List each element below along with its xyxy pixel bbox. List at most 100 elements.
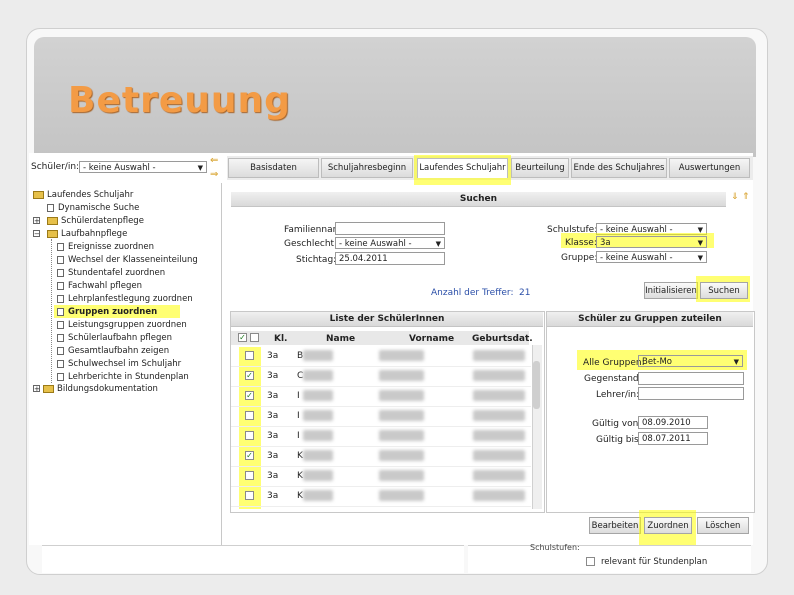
app-window: Schüler/in: - keine Auswahl - ▼ ⇐ ⇒ Laufe… <box>29 153 755 545</box>
slide-title: Betreuung <box>68 80 291 121</box>
stichtag-input[interactable]: 25.04.2011 <box>335 252 445 265</box>
blurred-geburtsdatum <box>473 490 525 501</box>
row-name-initial: I <box>297 431 300 441</box>
tree-item-klasseneinteilung[interactable]: Wechsel der Klasseneinteilung <box>57 255 198 265</box>
blurred-name <box>303 370 333 381</box>
loeschen-button[interactable]: Löschen <box>697 517 749 534</box>
blurred-vorname <box>379 490 424 501</box>
select-none-checkbox[interactable] <box>250 333 259 342</box>
blurred-vorname <box>379 450 424 461</box>
gruppe-select[interactable]: - keine Auswahl - ▼ <box>596 251 707 263</box>
tab-schuljahresbeginn[interactable]: Schuljahresbeginn <box>321 158 413 178</box>
row-checkbox[interactable] <box>245 471 254 480</box>
initialisieren-button[interactable]: Initialisieren <box>644 282 698 299</box>
blurred-geburtsdatum <box>473 350 525 361</box>
expand-icon[interactable]: + <box>33 217 40 225</box>
tab-ende-schuljahr[interactable]: Ende des Schuljahres <box>571 158 667 178</box>
expand-icon[interactable]: + <box>33 385 40 393</box>
blurred-name <box>303 350 333 361</box>
gegenstand-input[interactable] <box>638 372 744 385</box>
document-icon <box>57 321 64 329</box>
row-name-initial: I <box>297 411 300 421</box>
blurred-name <box>303 390 333 401</box>
tree-line <box>51 239 53 383</box>
folder-icon <box>47 217 58 225</box>
document-icon <box>57 334 64 342</box>
klasse-select[interactable]: 3a ▼ <box>596 236 707 248</box>
schueler-select[interactable]: - keine Auswahl - ▼ <box>79 161 207 173</box>
blurred-geburtsdatum <box>473 450 525 461</box>
klasse-label: Klasse: <box>565 238 597 248</box>
lehrer-input[interactable] <box>638 387 744 400</box>
tree-item-schuelerdatenpflege[interactable]: Schülerdatenpflege <box>47 216 144 226</box>
familienname-input[interactable] <box>335 222 445 235</box>
tab-auswertungen[interactable]: Auswertungen <box>669 158 750 178</box>
tree-item-schuelerlaufbahn[interactable]: Schülerlaufbahn pflegen <box>57 333 172 343</box>
gueltig-bis-input[interactable]: 08.07.2011 <box>638 432 708 445</box>
search-button[interactable]: Suchen <box>700 282 748 299</box>
row-name-initial: I <box>297 391 300 401</box>
schulstufen-partial-label: Schulstufen: <box>530 543 580 552</box>
tab-basisdaten[interactable]: Basisdaten <box>228 158 319 178</box>
row-checkbox[interactable] <box>245 431 254 440</box>
col-vorname[interactable]: Vorname <box>409 334 454 344</box>
tree-item-leistungsgruppen[interactable]: Leistungsgruppen zuordnen <box>57 320 187 330</box>
tab-beurteilung[interactable]: Beurteilung <box>511 158 569 178</box>
tree-item-laufbahnpflege[interactable]: Laufbahnpflege <box>47 229 127 239</box>
row-checkbox[interactable]: ✓ <box>245 391 254 400</box>
zuordnen-button[interactable]: Zuordnen <box>644 517 692 534</box>
tree-item-dynamische-suche[interactable]: Dynamische Suche <box>47 203 139 213</box>
row-checkbox[interactable]: ✓ <box>245 371 254 380</box>
relevant-checkbox[interactable] <box>586 557 595 566</box>
stichtag-label: Stichtag: <box>296 255 337 265</box>
blurred-vorname <box>379 370 424 381</box>
tree-item-bildungsdokumentation[interactable]: Bildungsdokumentation <box>43 384 158 394</box>
row-klasse: 3a <box>267 391 279 401</box>
scrollbar-thumb[interactable] <box>533 361 540 409</box>
tree-item-gesamtlaufbahn[interactable]: Gesamtlaufbahn zeigen <box>57 346 169 356</box>
tree-item-stundentafel[interactable]: Stundentafel zuordnen <box>57 268 165 278</box>
chevron-down-icon: ▼ <box>697 254 703 262</box>
chevron-down-icon: ▼ <box>733 358 739 366</box>
tree-item-lehrplanfestlegung[interactable]: Lehrplanfestlegung zuordnen <box>57 294 193 304</box>
arrow-down-icon[interactable]: ⇓ <box>731 192 739 202</box>
col-kl[interactable]: Kl. <box>274 334 287 344</box>
document-icon <box>47 204 54 212</box>
tree-item-lehrberichte[interactable]: Lehrberichte in Stundenplan <box>57 372 189 382</box>
row-checkbox[interactable] <box>245 411 254 420</box>
blurred-name <box>303 410 333 421</box>
bearbeiten-button[interactable]: Bearbeiten <box>589 517 641 534</box>
gueltig-von-input[interactable]: 08.09.2010 <box>638 416 708 429</box>
collapse-icon[interactable]: − <box>33 230 40 238</box>
blurred-name <box>303 430 333 441</box>
folder-icon <box>47 230 58 238</box>
row-checkbox[interactable] <box>245 351 254 360</box>
blurred-name <box>303 470 333 481</box>
arrow-up-icon[interactable]: ⇑ <box>742 192 750 202</box>
gueltig-von-label: Gültig von: <box>592 419 642 429</box>
tree-item-ereignisse[interactable]: Ereignisse zuordnen <box>57 242 154 252</box>
tree-item-gruppen-zuordnen[interactable]: Gruppen zuordnen <box>57 307 157 317</box>
row-klasse: 3a <box>267 491 279 501</box>
geschlecht-select[interactable]: - keine Auswahl - ▼ <box>335 237 445 249</box>
select-all-checkbox[interactable]: ✓ <box>238 333 247 342</box>
tab-laufendes-schuljahr[interactable]: Laufendes Schuljahr <box>417 158 508 178</box>
arrow-right-icon[interactable]: ⇒ <box>210 169 218 180</box>
arrow-left-icon[interactable]: ⇐ <box>210 155 218 166</box>
document-icon <box>57 295 64 303</box>
tree-item-fachwahl[interactable]: Fachwahl pflegen <box>57 281 142 291</box>
blurred-vorname <box>379 410 424 421</box>
row-klasse: 3a <box>267 371 279 381</box>
gruppen-select[interactable]: Bet-Mo ▼ <box>638 355 743 367</box>
blurred-geburtsdatum <box>473 410 525 421</box>
col-geburtsdatum[interactable]: Geburtsdat. <box>472 334 533 344</box>
document-icon <box>57 282 64 290</box>
tree-root[interactable]: Laufendes Schuljahr <box>33 190 133 200</box>
row-klasse: 3a <box>267 471 279 481</box>
col-name[interactable]: Name <box>326 334 355 344</box>
row-checkbox[interactable] <box>245 491 254 500</box>
lehrer-label: Lehrer/in: <box>596 390 640 400</box>
tree-item-schulwechsel[interactable]: Schulwechsel im Schuljahr <box>57 359 181 369</box>
document-icon <box>57 256 64 264</box>
row-checkbox[interactable]: ✓ <box>245 451 254 460</box>
